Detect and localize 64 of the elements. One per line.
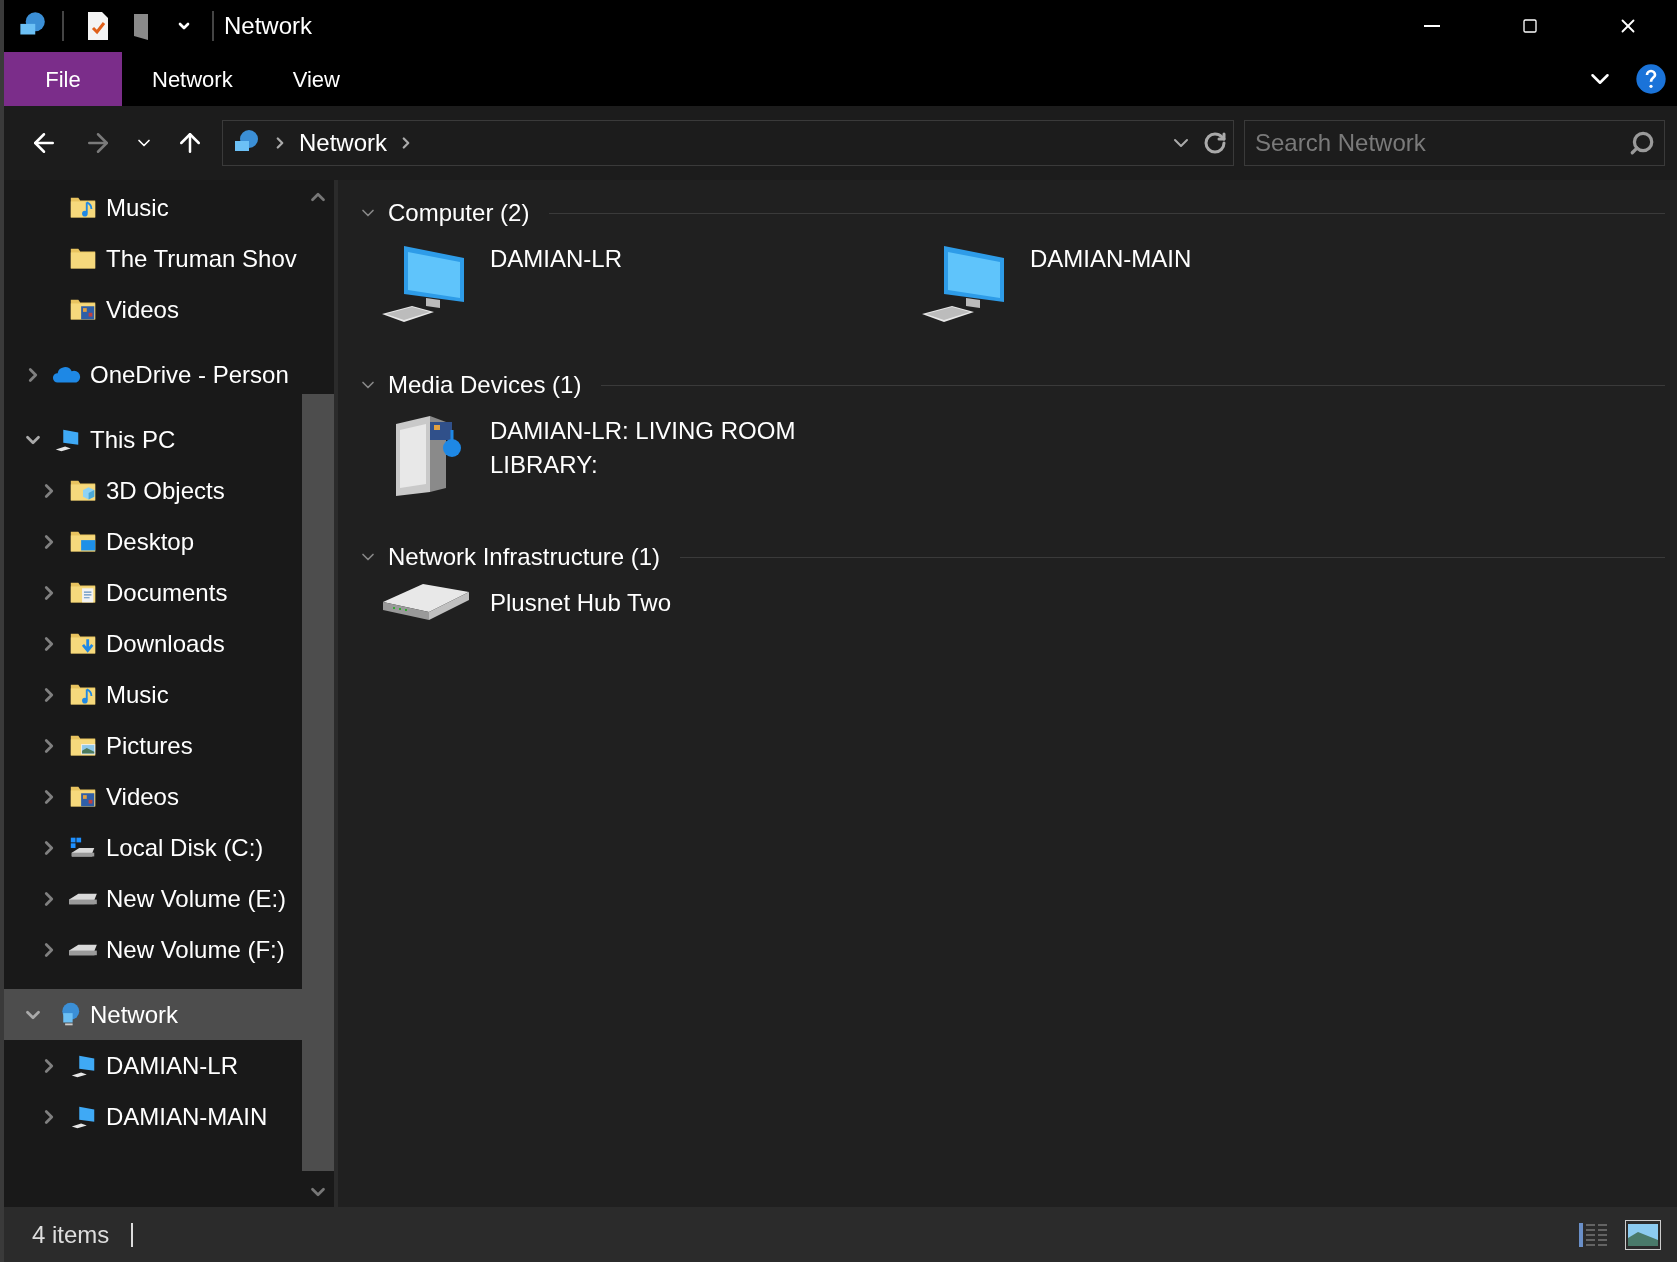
search-icon[interactable] [1629,130,1655,156]
tree-item-label: DAMIAN-LR [106,1050,238,1081]
tree-item[interactable]: Downloads [4,618,302,669]
drive-icon [68,891,98,906]
item-name: DAMIAN-LR: LIVING ROOM LIBRARY: [490,416,797,480]
refresh-icon[interactable] [1203,131,1227,155]
tree-item[interactable]: DAMIAN-LR [4,1040,302,1091]
tree-item-label: DAMIAN-MAIN [106,1101,268,1132]
item-name: Plusnet Hub Two [490,588,672,618]
large-icons-view-button[interactable] [1625,1219,1661,1250]
tree-item-label: 3D Objects [106,475,225,506]
tree-item-label: Videos [106,781,179,812]
tree-item[interactable]: Pictures [4,720,302,771]
tree-item-label: Documents [106,577,228,608]
maximize-icon [1522,18,1538,34]
device-tile[interactable]: Plusnet Hub Two [358,582,898,690]
tree-item-label: New Volume (E:) [106,883,287,914]
tree-item-label: Music [106,192,169,223]
tree-item-label: OneDrive - Person [90,359,289,390]
tree-item[interactable]: The Truman Shov [4,233,302,284]
device-tile[interactable]: DAMIAN-LR [358,238,898,346]
tree-item-label: New Volume (F:) [106,934,285,965]
tree-item[interactable]: Music [4,182,302,233]
tree-item[interactable]: 3D Objects [4,465,302,516]
tree-item[interactable]: Documents [4,567,302,618]
group-header[interactable]: Network Infrastructure (1) [388,539,661,575]
ribbon-tab[interactable]: View [262,52,370,106]
tree-item[interactable]: Music [4,669,302,720]
tree-item-label: Videos [106,294,179,325]
item-name: DAMIAN-LR [490,244,623,274]
item-name: DAMIAN-MAIN [1030,244,1193,274]
ribbon-tab[interactable]: Network [122,52,263,106]
device-tile[interactable]: DAMIAN-MAIN [898,238,1438,346]
tree-item-label: Pictures [106,730,193,761]
window-title: Network [224,11,313,41]
tree-item[interactable]: Videos [4,771,302,822]
tree-item[interactable]: New Volume (F:) [4,924,302,975]
group-header[interactable]: Computer (2) [388,195,530,231]
tree-item-label: Downloads [106,628,225,659]
help-icon[interactable] [1635,63,1667,95]
tree-item[interactable]: This PC [4,414,302,465]
minimize-icon [1424,25,1440,27]
tree-item-label: Local Disk (C:) [106,832,264,863]
drive-icon [68,942,98,957]
device-tile[interactable]: DAMIAN-LR: LIVING ROOM LIBRARY: [358,410,898,518]
tree-item[interactable]: Network [4,989,302,1040]
address-bar[interactable]: Network [222,120,1234,166]
tree-item-label: Music [106,679,169,710]
tree-item[interactable]: New Volume (E:) [4,873,302,924]
tree-item[interactable]: OneDrive - Person [4,349,302,400]
tree-item[interactable]: Desktop [4,516,302,567]
tree-item-label: Network [90,999,179,1030]
ribbon-tab[interactable]: File [4,52,122,106]
tree-item[interactable]: DAMIAN-MAIN [4,1091,302,1142]
search-field[interactable]: Search Network [1244,120,1665,166]
scrollbar-thumb[interactable] [302,394,334,1171]
tree-item[interactable]: Local Disk (C:) [4,822,302,873]
tree-item-label: The Truman Shov [106,243,297,274]
tree-item[interactable]: Videos [4,284,302,335]
group-header[interactable]: Media Devices (1) [388,367,582,403]
breadcrumb[interactable]: Network [299,125,388,161]
tree-item-label: Desktop [106,526,195,557]
item-count: 4 items [32,1219,110,1250]
tree-item-label: This PC [90,424,176,455]
